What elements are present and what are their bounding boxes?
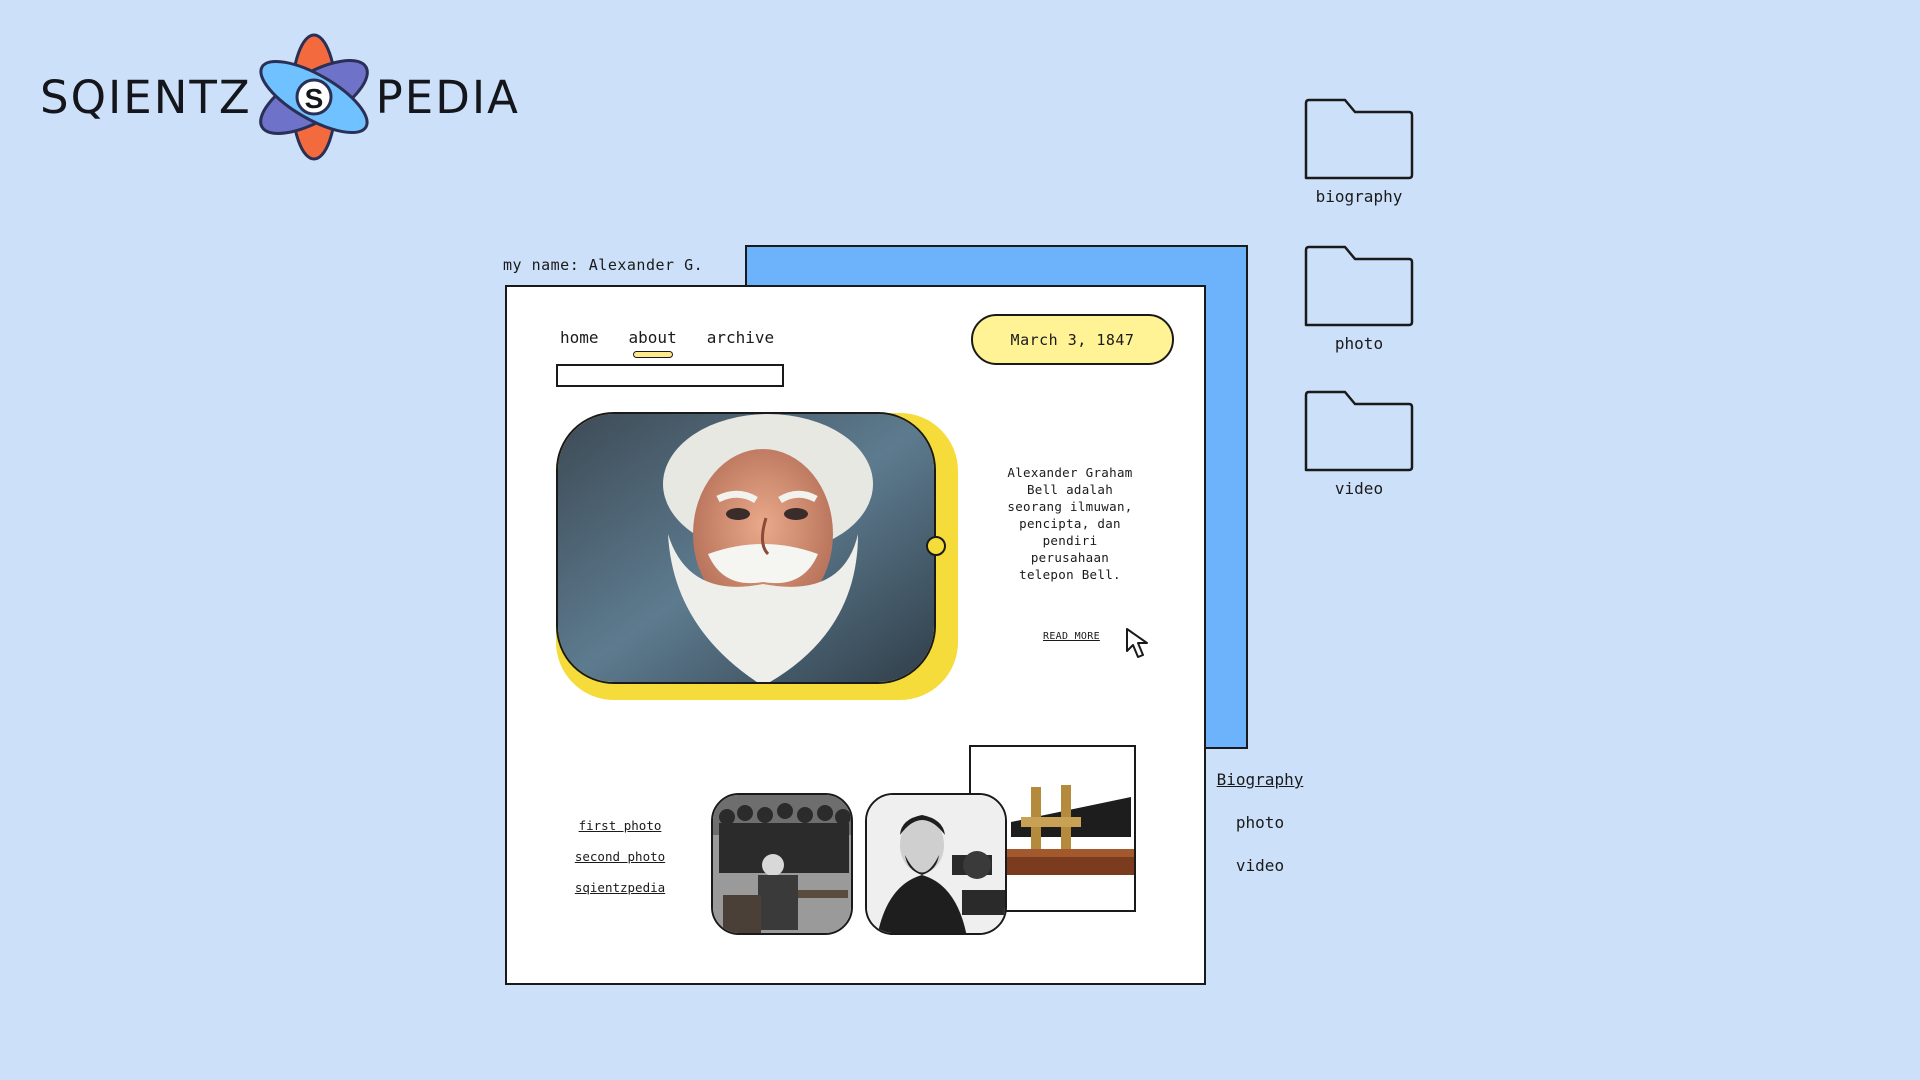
profile-name-label: my name: Alexander G. <box>503 256 704 274</box>
folder-icon <box>1304 98 1414 180</box>
logo-text-left: SQIENTZ <box>40 71 252 124</box>
top-nav: home about archive <box>560 328 774 347</box>
nav-item-home[interactable]: home <box>560 328 599 347</box>
folder-label: video <box>1334 479 1384 498</box>
folder-icon <box>1304 245 1414 327</box>
nav-item-about[interactable]: about <box>629 328 677 347</box>
bio-line: Bell adalah <box>1026 482 1114 497</box>
slider-handle[interactable] <box>926 536 946 556</box>
photo-links: first photo second photo sqientzpedia <box>560 818 680 895</box>
link-first-photo[interactable]: first photo <box>560 818 680 833</box>
folder-icon <box>1304 390 1414 472</box>
bio-line: telepon Bell. <box>1019 567 1121 582</box>
side-nav: Biography photo video <box>1210 770 1310 875</box>
folder-video[interactable]: video <box>1303 389 1415 498</box>
bio-line: seorang ilmuwan, <box>1007 499 1133 514</box>
svg-text:S: S <box>304 83 323 114</box>
link-sqientzpedia[interactable]: sqientzpedia <box>560 880 680 895</box>
side-link-video[interactable]: video <box>1236 856 1284 875</box>
folder-photo[interactable]: photo <box>1303 244 1415 353</box>
portrait-image <box>556 412 936 684</box>
bio-line: perusahaan <box>1030 550 1110 565</box>
date-badge: March 3, 1847 <box>971 314 1174 365</box>
app-logo[interactable]: SQIENTZ S PEDIA <box>40 30 518 165</box>
side-link-photo[interactable]: photo <box>1236 813 1284 832</box>
logo-text-right: PEDIA <box>375 71 520 124</box>
link-second-photo[interactable]: second photo <box>560 849 680 864</box>
folder-label: photo <box>1334 334 1384 353</box>
atom-logo-icon: S <box>254 30 374 165</box>
thumbnail-group-photo[interactable] <box>711 793 853 935</box>
mouse-pointer-icon <box>1125 627 1157 663</box>
bio-line: pendiri <box>1042 533 1098 548</box>
active-nav-indicator <box>633 351 673 358</box>
thumbnail-bell-telephone[interactable] <box>865 793 1007 935</box>
bio-description: Alexander Graham Bell adalah seorang ilm… <box>1000 464 1140 583</box>
folder-biography[interactable]: biography <box>1303 97 1415 206</box>
bio-line: Alexander Graham <box>1007 465 1133 480</box>
folder-label: biography <box>1315 187 1403 206</box>
nav-item-archive[interactable]: archive <box>707 328 774 347</box>
read-more-link[interactable]: READ MORE <box>1043 631 1100 642</box>
side-link-biography[interactable]: Biography <box>1217 770 1304 789</box>
search-input[interactable] <box>556 364 784 387</box>
bio-line: pencipta, dan <box>1019 516 1121 531</box>
